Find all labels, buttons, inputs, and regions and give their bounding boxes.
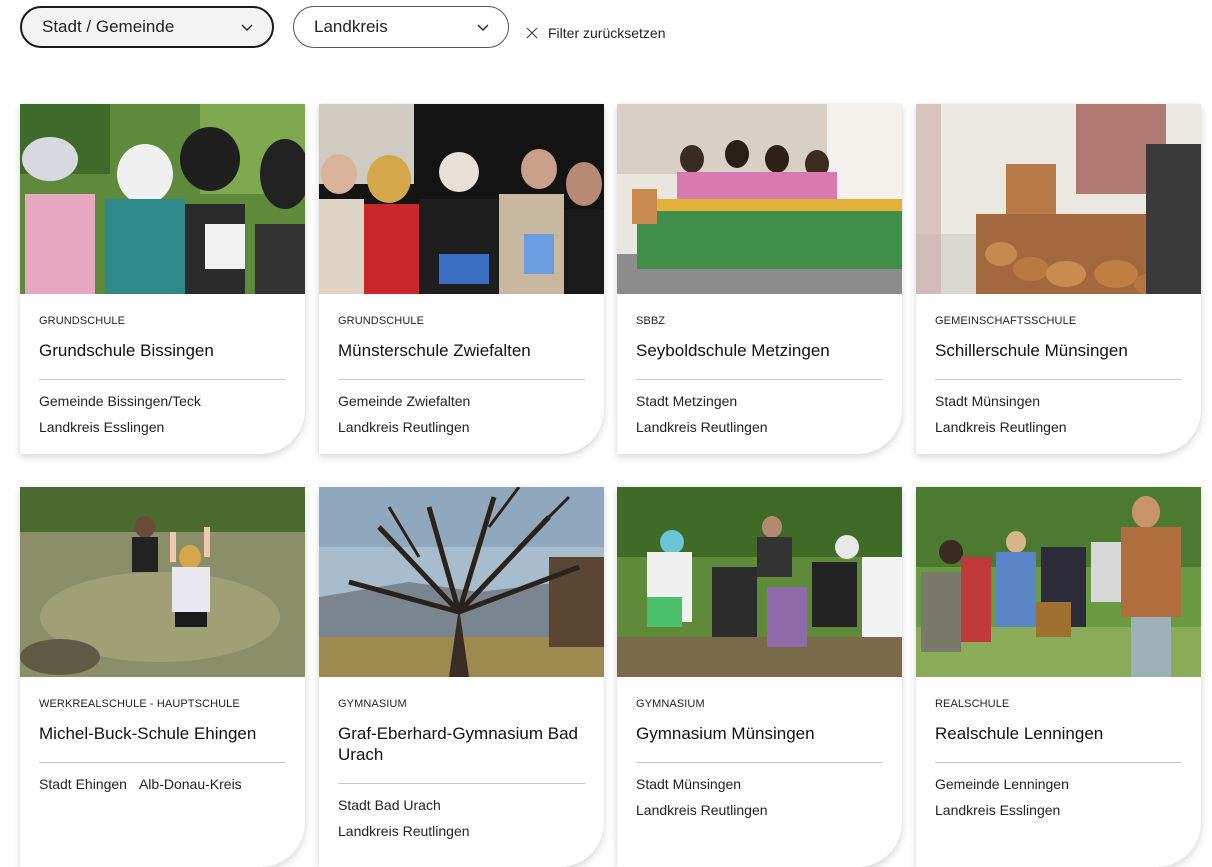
school-photo [319, 487, 604, 677]
divider [935, 379, 1182, 380]
municipality: Gemeinde Bissingen/Teck [39, 393, 201, 409]
city-filter-select[interactable]: Stadt / Gemeinde [20, 6, 274, 48]
school-photo [916, 104, 1201, 294]
filter-bar: Stadt / Gemeinde Landkreis Filter zurück… [20, 5, 665, 49]
reset-filters-label: Filter zurücksetzen [548, 25, 666, 41]
school-location: Stadt Bad Urach Landkreis Reutlingen [338, 792, 585, 844]
municipality: Stadt Münsingen [636, 776, 742, 792]
school-card[interactable]: Gymnasium Gymnasium Münsingen Stadt Müns… [617, 487, 902, 867]
school-card[interactable]: Grundschule Münsterschule Zwiefalten Gem… [319, 104, 604, 454]
school-photo [20, 487, 305, 677]
school-name: Schillerschule Münsingen [935, 341, 1128, 360]
school-name: Gymnasium Münsingen [636, 724, 815, 743]
school-photo [617, 487, 902, 677]
municipality: Gemeinde Zwiefalten [338, 393, 471, 409]
school-type: Grundschule [338, 315, 425, 327]
school-type: Werkrealschule - Hauptschule [39, 698, 240, 710]
school-name: Seyboldschule Metzingen [636, 341, 830, 360]
municipality: Stadt Bad Urach [338, 797, 441, 813]
school-photo [20, 104, 305, 294]
reset-filters-button[interactable]: Filter zurücksetzen [526, 25, 665, 41]
district: Alb-Donau-Kreis [138, 776, 242, 792]
divider [39, 379, 286, 380]
district: Landkreis Reutlingen [636, 802, 768, 818]
school-type: Grundschule [39, 315, 126, 327]
school-location: Stadt Ehingen Alb-Donau-Kreis [39, 771, 286, 797]
chevron-down-icon [477, 24, 489, 31]
municipality: Gemeinde Lenningen [935, 776, 1069, 792]
municipality: Stadt Ehingen [39, 776, 127, 792]
school-name: Realschule Lenningen [935, 724, 1104, 743]
school-location: Stadt Münsingen Landkreis Reutlingen [935, 388, 1182, 440]
school-card[interactable]: Gymnasium Graf-Eberhard-Gymnasium Bad Ur… [319, 487, 604, 867]
school-name: Graf-Eberhard-Gymnasium Bad Urach [338, 724, 578, 764]
school-card[interactable]: Grundschule Grundschule Bissingen Gemein… [20, 104, 305, 454]
municipality: Stadt Metzingen [636, 393, 738, 409]
school-location: Stadt Münsingen Landkreis Reutlingen [636, 771, 883, 823]
divider [338, 783, 585, 784]
municipality: Stadt Münsingen [935, 393, 1041, 409]
district: Landkreis Esslingen [39, 419, 165, 435]
district-filter-select[interactable]: Landkreis [293, 6, 509, 48]
school-type: Gemeinschaftsschule [935, 315, 1077, 327]
district: Landkreis Reutlingen [338, 823, 470, 839]
school-location: Gemeinde Bissingen/Teck Landkreis Esslin… [39, 388, 286, 440]
divider [636, 762, 883, 763]
school-type: Gymnasium [338, 698, 407, 710]
school-location: Gemeinde Zwiefalten Landkreis Reutlingen [338, 388, 585, 440]
district: Landkreis Esslingen [935, 802, 1061, 818]
divider [636, 379, 883, 380]
school-type: SBBZ [636, 315, 666, 327]
close-icon [526, 27, 538, 39]
divider [338, 379, 585, 380]
district: Landkreis Reutlingen [338, 419, 470, 435]
divider [935, 762, 1182, 763]
school-name: Michel-Buck-Schule Ehingen [39, 724, 257, 743]
school-location: Gemeinde Lenningen Landkreis Esslingen [935, 771, 1182, 823]
school-type: Realschule [935, 698, 1010, 710]
school-card[interactable]: SBBZ Seyboldschule Metzingen Stadt Metzi… [617, 104, 902, 454]
school-type: Gymnasium [636, 698, 705, 710]
school-card[interactable]: Werkrealschule - Hauptschule Michel-Buck… [20, 487, 305, 867]
district: Landkreis Reutlingen [636, 419, 768, 435]
school-name: Grundschule Bissingen [39, 341, 214, 360]
school-card[interactable]: Realschule Realschule Lenningen Gemeinde… [916, 487, 1201, 867]
school-photo [916, 487, 1201, 677]
city-filter-label: Stadt / Gemeinde [42, 17, 175, 36]
school-location: Stadt Metzingen Landkreis Reutlingen [636, 388, 883, 440]
school-name: Münsterschule Zwiefalten [338, 341, 531, 360]
school-photo [319, 104, 604, 294]
divider [39, 762, 286, 763]
district-filter-label: Landkreis [314, 17, 388, 36]
district: Landkreis Reutlingen [935, 419, 1067, 435]
chevron-down-icon [241, 24, 253, 31]
school-card[interactable]: Gemeinschaftsschule Schillerschule Münsi… [916, 104, 1201, 454]
school-photo [617, 104, 902, 294]
